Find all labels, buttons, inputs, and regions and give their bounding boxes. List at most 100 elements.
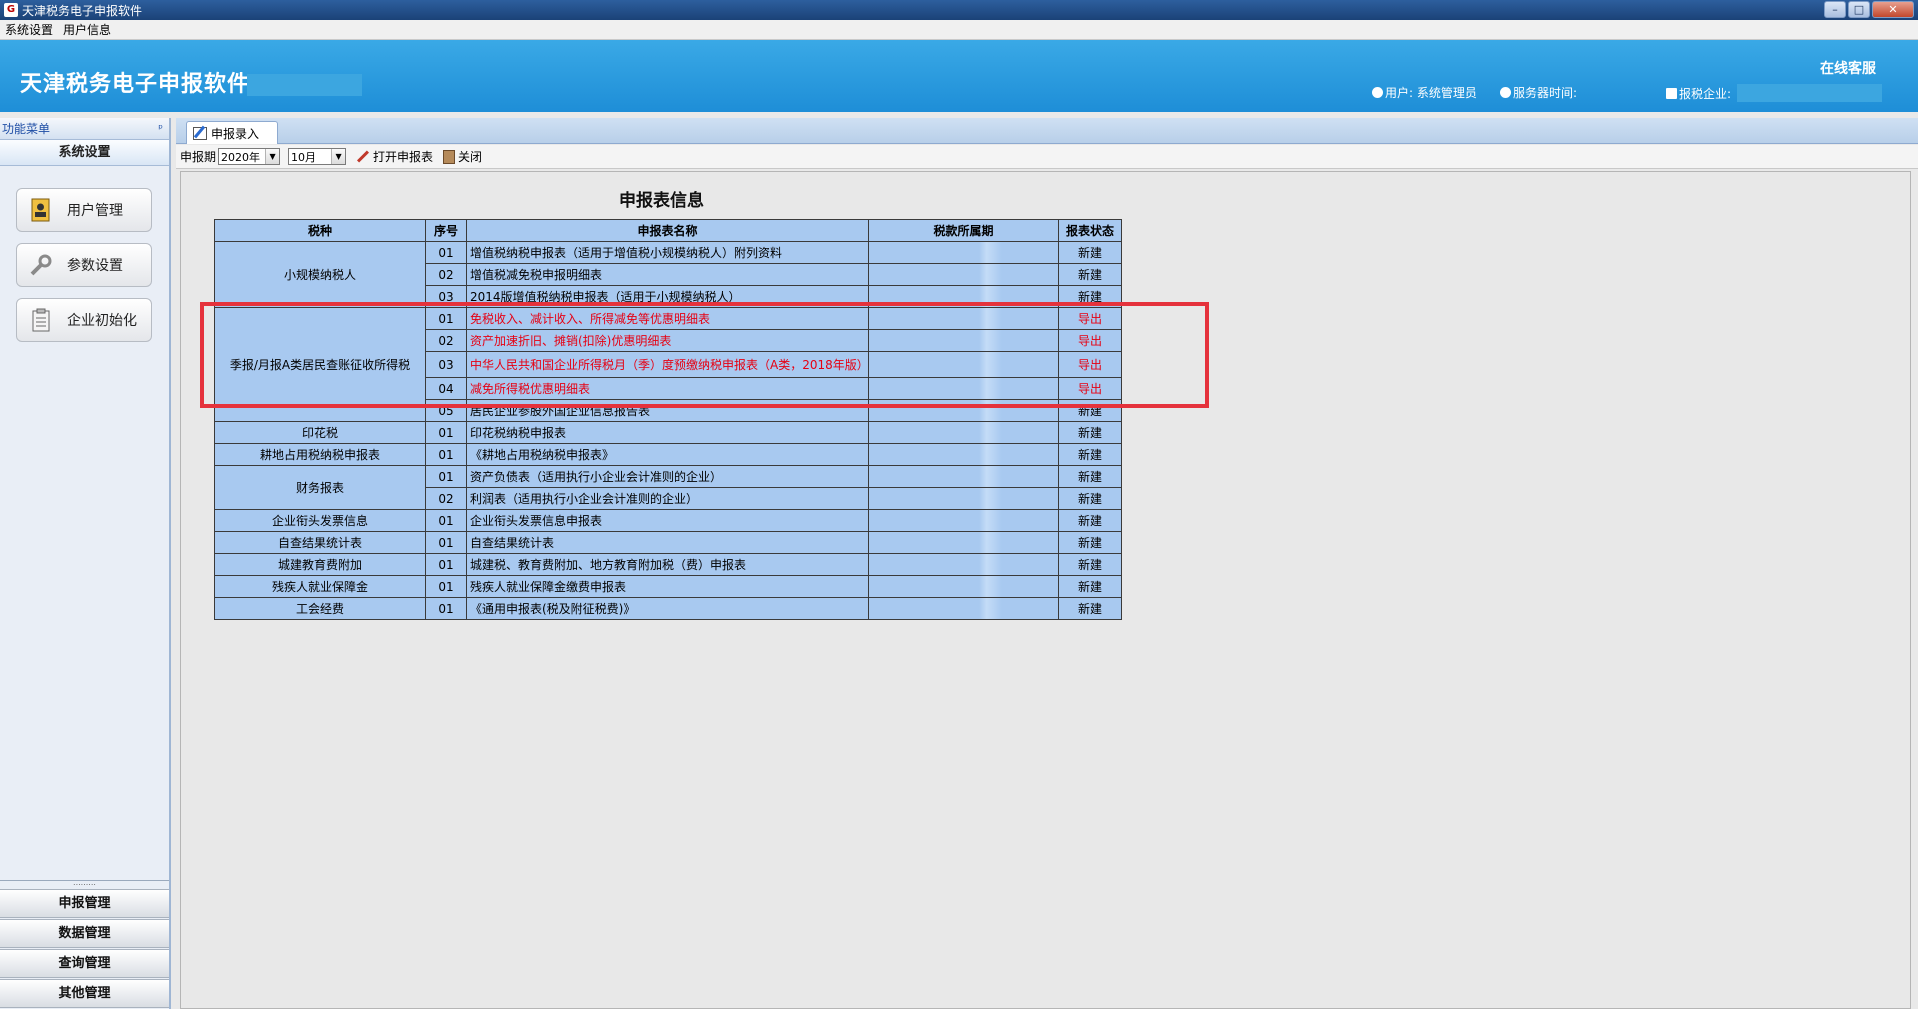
seq-cell: 01 [425, 443, 467, 466]
menu-user-info[interactable]: 用户信息 [58, 21, 116, 38]
form-name-cell[interactable]: 《耕地占用税纳税申报表》 [466, 443, 869, 466]
form-name-cell[interactable]: 利润表（适用执行小企业会计准则的企业） [466, 487, 869, 510]
toolbar: 申报期 2020年 ▼ 10月 ▼ 打开申报表 关闭 [176, 145, 1918, 169]
minimize-button[interactable]: – [1824, 1, 1846, 18]
seq-cell: 01 [425, 553, 467, 576]
form-name-cell[interactable]: 残疾人就业保障金缴费申报表 [466, 575, 869, 598]
clock-icon [1500, 87, 1511, 98]
seq-cell: 01 [425, 241, 467, 264]
table-row[interactable]: 城建教育费附加 01 城建税、教育费附加、地方教育附加税（费）申报表 新建 [214, 553, 1122, 576]
form-name-cell[interactable]: 自查结果统计表 [466, 531, 869, 554]
user-icon [1372, 87, 1383, 98]
app-title: 天津税务电子申报软件 [20, 72, 251, 97]
table-row[interactable]: 残疾人就业保障金 01 残疾人就业保障金缴费申报表 新建 [214, 575, 1122, 598]
status-cell[interactable]: 新建 [1058, 597, 1122, 620]
user-label: 用户: 系统管理员 [1385, 86, 1477, 100]
user-management-button[interactable]: 用户管理 [16, 188, 152, 232]
close-label: 关闭 [458, 150, 483, 164]
close-window-button[interactable]: ✕ [1872, 1, 1914, 18]
tax-type-cell: 工会经费 [214, 597, 426, 620]
highlight-box [200, 302, 1209, 408]
tax-period-cell [868, 575, 1059, 598]
tax-period-cell [868, 241, 1059, 264]
status-cell[interactable]: 新建 [1058, 553, 1122, 576]
open-label: 打开申报表 [373, 150, 434, 164]
status-cell[interactable]: 新建 [1058, 443, 1122, 466]
tax-type-cell: 企业衔头发票信息 [214, 509, 426, 532]
seq-cell: 01 [425, 597, 467, 620]
server-time-label: 服务器时间: [1513, 86, 1578, 100]
close-tab-button[interactable]: 关闭 [443, 148, 482, 165]
form-name-cell[interactable]: 《通用申报表(税及附征税费)》 [466, 597, 869, 620]
tab-declaration-entry[interactable]: 申报录入 [186, 121, 278, 144]
table-row[interactable]: 企业衔头发票信息 01 企业衔头发票信息申报表 新建 [214, 509, 1122, 532]
declaration-table: 税种 序号 申报表名称 税款所属期 报表状态 小规模纳税人 01 增值税纳税申报表（… [214, 219, 1122, 620]
seq-cell: 01 [425, 509, 467, 532]
form-name-cell[interactable]: 资产负债表（适用执行小企业会计准则的企业） [466, 465, 869, 488]
tax-period-cell [868, 421, 1059, 444]
menu-system-settings[interactable]: 系统设置 [0, 21, 58, 38]
tax-type-cell: 自查结果统计表 [214, 531, 426, 554]
page-title: 申报表信息 [619, 191, 704, 211]
tab-bar: 申报录入 [176, 118, 1918, 144]
tax-type-cell: 印花税 [214, 421, 426, 444]
table-row[interactable]: 工会经费 01 《通用申报表(税及附征税费)》 新建 [214, 597, 1122, 620]
table-row[interactable]: 耕地占用税纳税申报表 01 《耕地占用税纳税申报表》 新建 [214, 443, 1122, 466]
form-name-cell[interactable]: 城建税、教育费附加、地方教育附加税（费）申报表 [466, 553, 869, 576]
form-name-cell[interactable]: 增值税纳税申报表（适用于增值税小规模纳税人）附列资料 [466, 241, 869, 264]
online-service-link[interactable]: 在线客服 [1820, 58, 1876, 78]
form-name-cell[interactable]: 企业衔头发票信息申报表 [466, 509, 869, 532]
sidebar-section-title[interactable]: 系统设置 [0, 140, 169, 166]
app-logo-icon: G [4, 3, 18, 17]
splitter-grip[interactable]: ......... [0, 879, 169, 888]
seq-cell: 01 [425, 465, 467, 488]
edit-form-icon [193, 126, 207, 140]
window-title-bar: G 天津税务电子申报软件 – □ ✕ [0, 0, 1918, 20]
status-cell[interactable]: 新建 [1058, 509, 1122, 532]
tax-type-cell: 小规模纳税人 [214, 241, 426, 308]
table-row[interactable]: 小规模纳税人 01 增值税纳税申报表（适用于增值税小规模纳税人）附列资料 新建 [214, 241, 1122, 308]
open-declaration-button[interactable]: 打开申报表 [356, 148, 433, 165]
year-value: 2020年 [221, 150, 261, 164]
seq-cell: 02 [425, 263, 467, 286]
enterprise-init-button[interactable]: 企业初始化 [16, 298, 152, 342]
form-name-cell[interactable]: 增值税减免税申报明细表 [466, 263, 869, 286]
maximize-button[interactable]: □ [1848, 1, 1870, 18]
status-cell[interactable]: 新建 [1058, 241, 1122, 264]
nav-data-management[interactable]: 数据管理 [0, 919, 169, 948]
seq-cell: 01 [425, 531, 467, 554]
chevron-down-icon: ▼ [265, 149, 280, 164]
tax-period-cell [868, 597, 1059, 620]
status-cell[interactable]: 新建 [1058, 263, 1122, 286]
col-header-status: 报表状态 [1058, 219, 1122, 242]
table-row[interactable]: 财务报表 01 资产负债表（适用执行小企业会计准则的企业） 新建 [214, 465, 1122, 510]
tax-period-cell [868, 531, 1059, 554]
wrench-icon [30, 254, 52, 276]
sidebar-title: 功能菜单 [2, 122, 51, 136]
parameter-settings-button[interactable]: 参数设置 [16, 243, 152, 287]
monitor-icon [1666, 87, 1677, 99]
nav-other-management[interactable]: 其他管理 [0, 979, 169, 1008]
month-select[interactable]: 10月 ▼ [288, 148, 347, 165]
seq-cell: 02 [425, 487, 467, 510]
tool-label-enterprise-init: 企业初始化 [67, 313, 137, 329]
form-name-cell[interactable]: 印花税纳税申报表 [466, 421, 869, 444]
status-cell[interactable]: 新建 [1058, 465, 1122, 488]
status-cell[interactable]: 新建 [1058, 575, 1122, 598]
table-row[interactable]: 自查结果统计表 01 自查结果统计表 新建 [214, 531, 1122, 554]
company-name-mask [247, 74, 362, 96]
status-cell[interactable]: 新建 [1058, 487, 1122, 510]
tax-type-cell: 残疾人就业保障金 [214, 575, 426, 598]
table-row[interactable]: 印花税 01 印花税纳税申报表 新建 [214, 421, 1122, 444]
table-header-row: 税种 序号 申报表名称 税款所属期 报表状态 [214, 219, 1122, 242]
status-cell[interactable]: 新建 [1058, 421, 1122, 444]
tab-label: 申报录入 [211, 126, 260, 141]
pin-icon[interactable]: ᵖ [158, 122, 163, 135]
menu-bar: 系统设置 用户信息 [0, 20, 1918, 40]
year-select[interactable]: 2020年 ▼ [218, 148, 281, 165]
nav-declaration-management[interactable]: 申报管理 [0, 889, 169, 918]
nav-query-management[interactable]: 查询管理 [0, 949, 169, 978]
tax-period-cell [868, 263, 1059, 286]
status-cell[interactable]: 新建 [1058, 531, 1122, 554]
pencil-icon [357, 150, 370, 163]
